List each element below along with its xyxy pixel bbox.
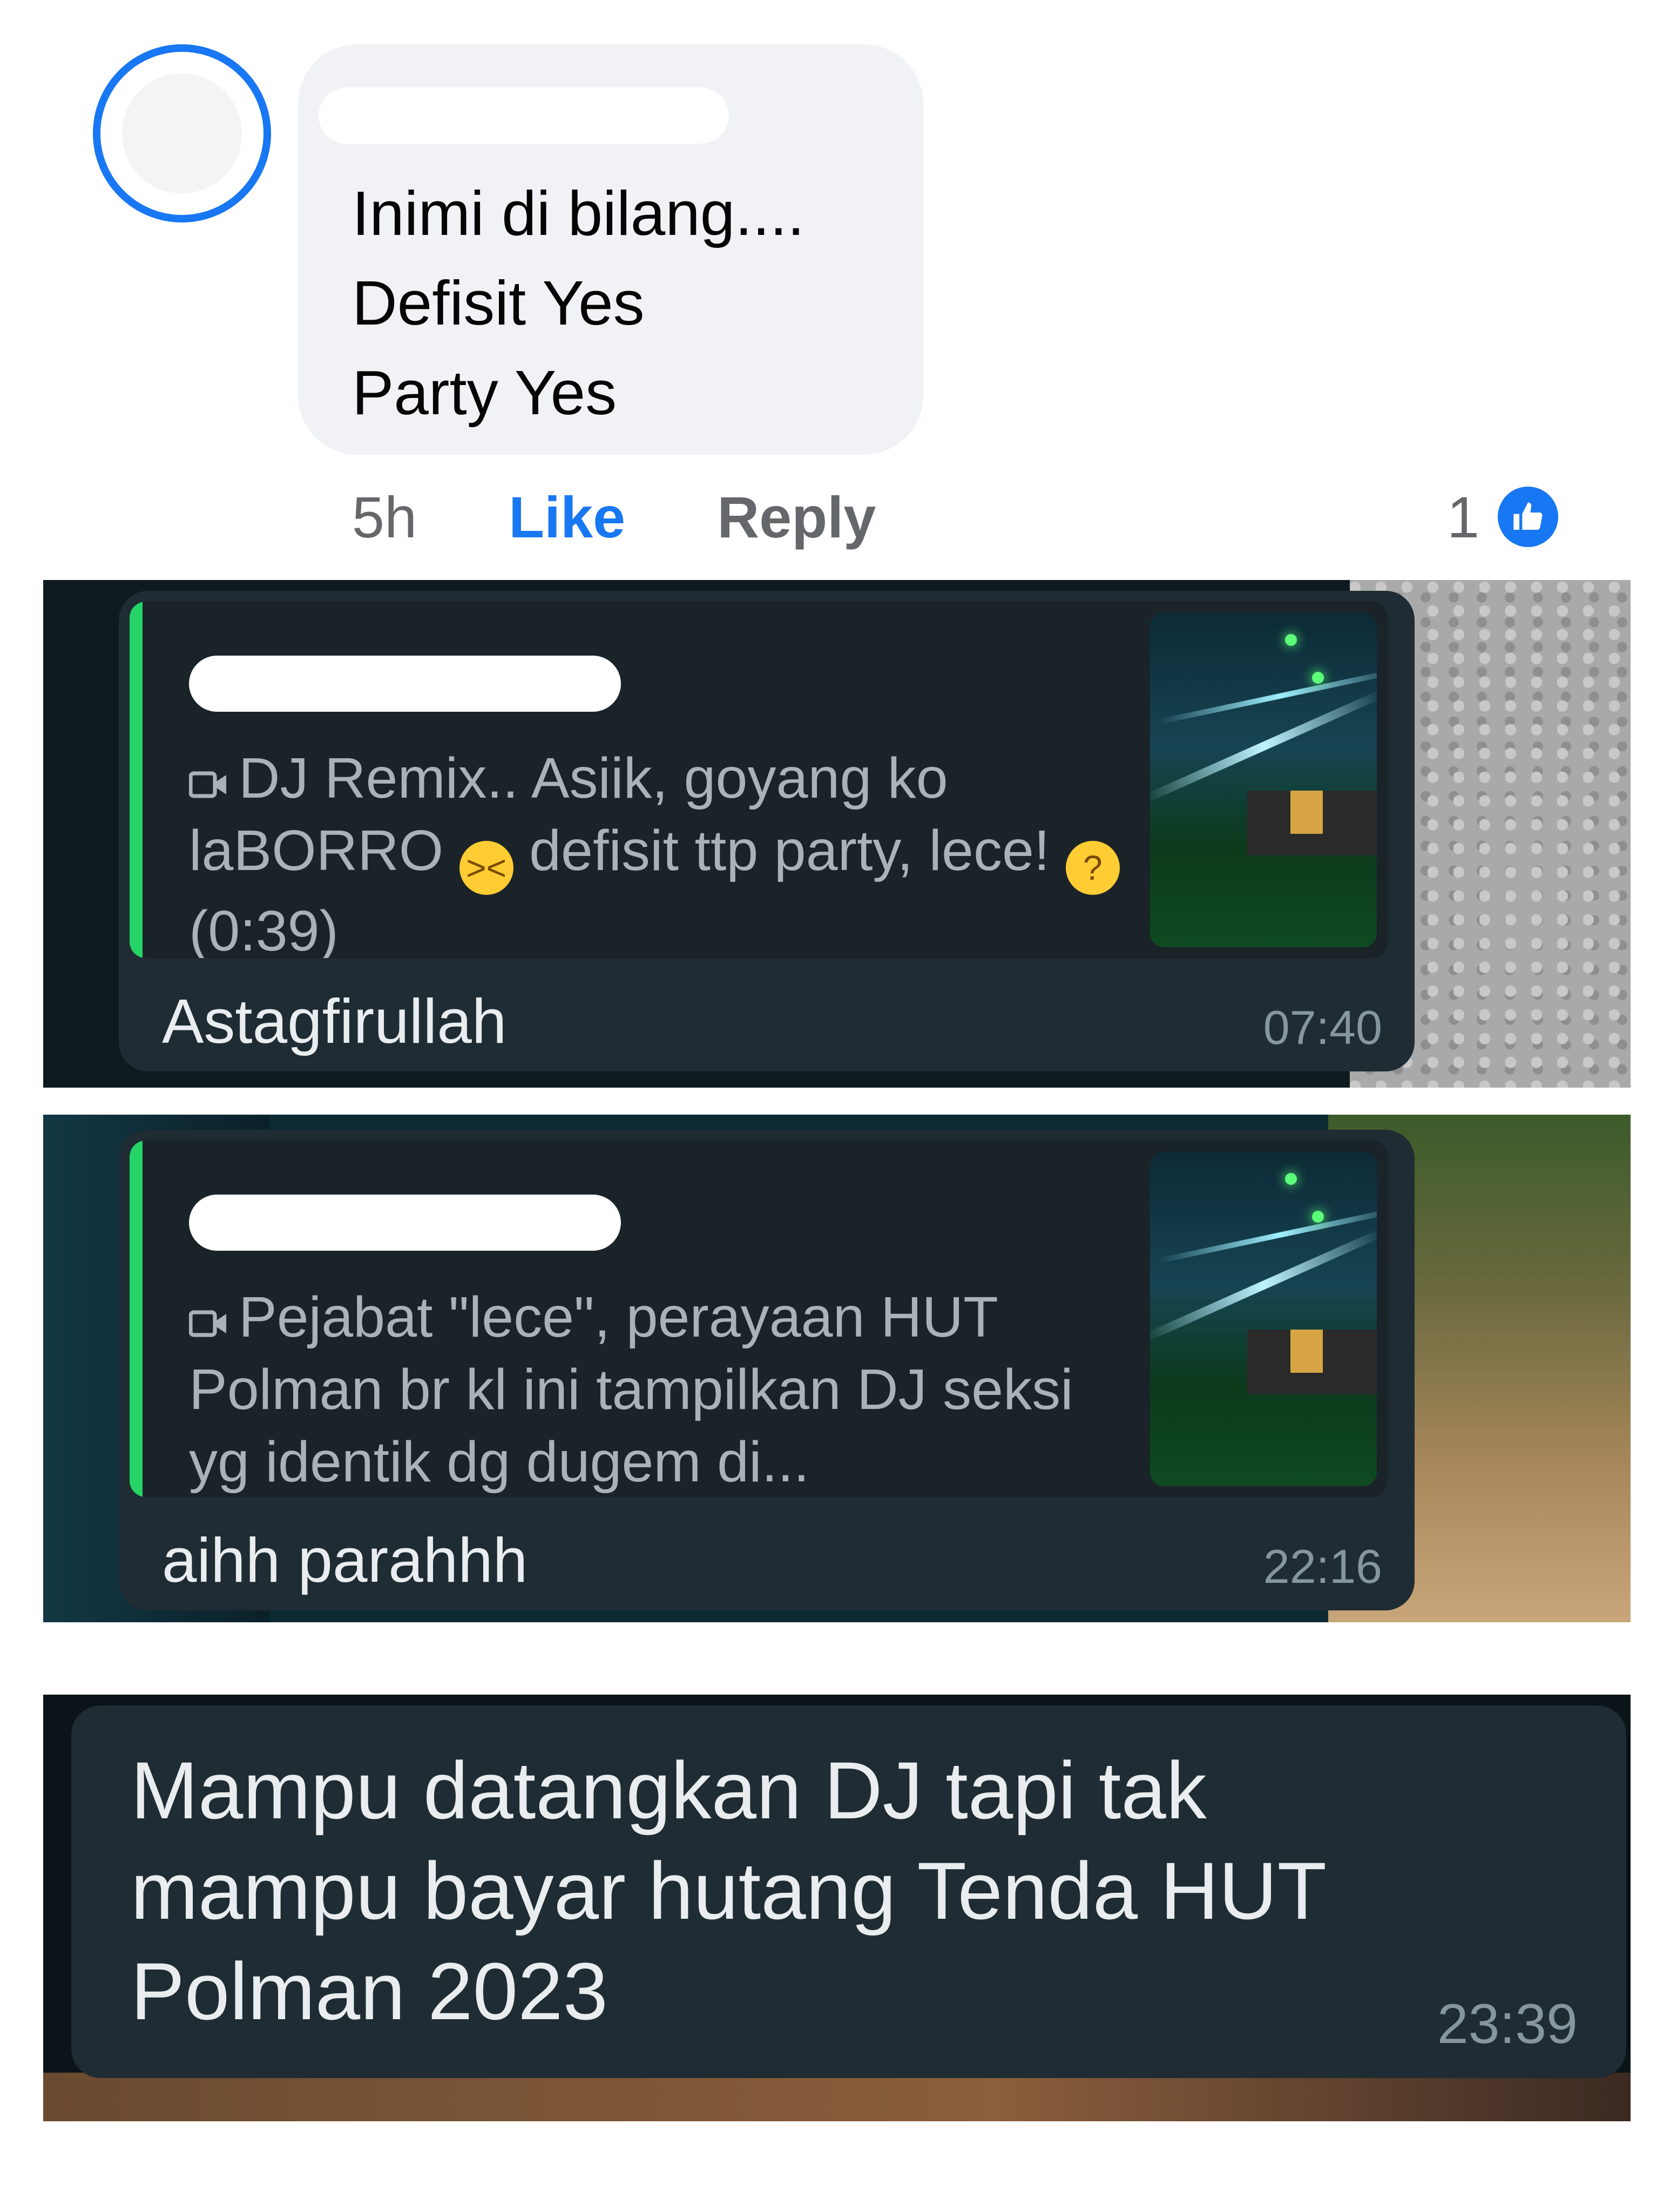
thumbnail-light-beam: [1150, 1229, 1377, 1342]
message-bubble[interactable]: Mampu datangkan DJ tapi tak mampu bayar …: [71, 1705, 1626, 2078]
background-photo: [43, 2073, 1631, 2121]
video-thumbnail[interactable]: [1150, 612, 1377, 947]
thumbnail-stage-light: [1312, 1211, 1324, 1223]
comment-text: Inimi di bilang.... Defisit Yes Party Ye…: [352, 168, 804, 437]
quoted-text: Pejabat "lece", perayaan HUT Polman br k…: [189, 1281, 1139, 1497]
whatsapp-screenshot-3: Mampu datangkan DJ tapi tak mampu bayar …: [43, 1695, 1631, 2121]
quoted-text-part: defisit ttp party, lece!: [529, 819, 1050, 882]
thumbs-up-icon: [1493, 482, 1563, 551]
quoted-message[interactable]: Pejabat "lece", perayaan HUT Polman br k…: [130, 1141, 1388, 1497]
thumbnail-light-beam: [1157, 667, 1377, 725]
like-button[interactable]: Like: [509, 483, 625, 551]
message-text: Astagfirullah: [162, 986, 507, 1056]
quote-accent-bar: [130, 602, 143, 958]
comment-actions: 5h Like Reply: [352, 482, 876, 552]
comment-line: Defisit Yes: [352, 268, 645, 338]
thumbnail-stage-light: [1312, 672, 1324, 684]
video-thumbnail[interactable]: [1150, 1151, 1377, 1486]
thumbnail-light-beam: [1157, 1206, 1377, 1264]
thumbnail-stage-light: [1285, 1173, 1297, 1185]
message-bubble[interactable]: Pejabat "lece", perayaan HUT Polman br k…: [119, 1130, 1415, 1610]
comment-line: Inimi di bilang....: [352, 178, 805, 248]
video-icon: [189, 1310, 226, 1337]
message-text: aihh parahhh: [162, 1525, 528, 1595]
quoted-sender-redaction: [189, 656, 621, 712]
thumbnail-speaker: [1290, 791, 1323, 834]
quote-accent-bar: [130, 1141, 143, 1497]
squinting-face-with-tongue-emoji: ><: [459, 841, 513, 895]
commenter-name-redaction: [319, 87, 729, 144]
thumbnail-light-beam: [1150, 690, 1377, 803]
quoted-message[interactable]: DJ Remix.. Asiik, goyang ko laBORRO >< d…: [130, 602, 1388, 958]
video-icon: [189, 771, 226, 798]
comment-timestamp: 5h: [352, 484, 417, 550]
message-text: Mampu datangkan DJ tapi tak mampu bayar …: [131, 1745, 1326, 2036]
whatsapp-screenshot-2: Pejabat "lece", perayaan HUT Polman br k…: [43, 1115, 1631, 1622]
message-time: 23:39: [1437, 1993, 1578, 2055]
message-bubble[interactable]: DJ Remix.. Asiik, goyang ko laBORRO >< d…: [119, 591, 1415, 1071]
message-time: 07:40: [1263, 1001, 1382, 1054]
comment-bubble: Inimi di bilang.... Defisit Yes Party Ye…: [298, 44, 923, 455]
quoted-text: DJ Remix.. Asiik, goyang ko laBORRO >< d…: [189, 742, 1139, 958]
reply-button[interactable]: Reply: [717, 483, 876, 551]
reaction-count: 1: [1447, 484, 1480, 550]
commenter-avatar[interactable]: [93, 44, 271, 222]
whatsapp-screenshot-1: DJ Remix.. Asiik, goyang ko laBORRO >< d…: [43, 580, 1631, 1088]
avatar-redaction: [122, 73, 242, 193]
video-duration: (0:39): [189, 899, 339, 958]
quoted-text-part: Pejabat "lece", perayaan HUT Polman br k…: [189, 1285, 1073, 1494]
comment-line: Party Yes: [352, 358, 617, 428]
thinking-face-emoji: ?: [1065, 841, 1120, 895]
thumbnail-speaker: [1290, 1330, 1323, 1373]
thumbnail-stage-light: [1285, 634, 1297, 646]
reaction-summary[interactable]: 1: [1447, 482, 1563, 552]
message-time: 22:16: [1263, 1540, 1382, 1593]
quoted-sender-redaction: [189, 1195, 621, 1251]
